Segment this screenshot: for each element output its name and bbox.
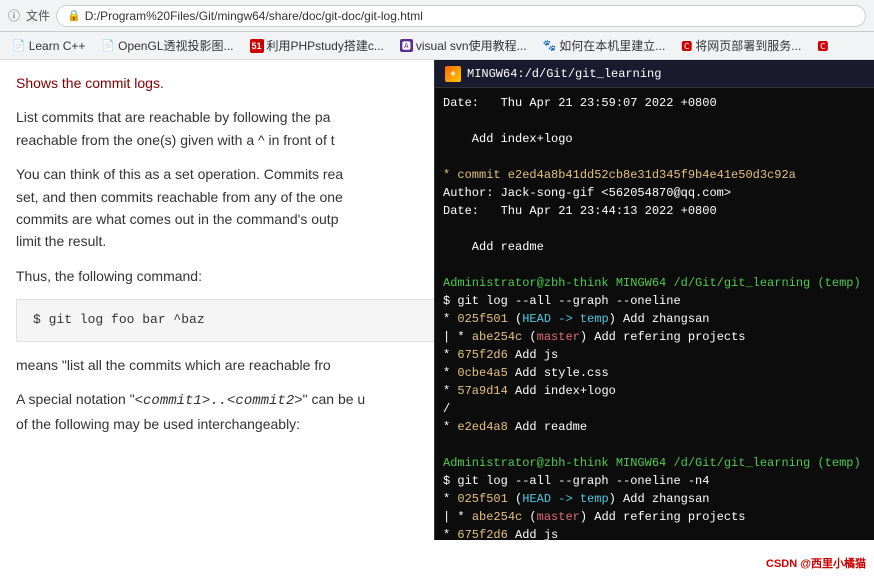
bookmarks-bar: 📄 Learn C++ 📄 OpenGL透视投影图... 51 利用PHPstu… [0,32,874,60]
para-set-op-2: set, and then commits reachable from any… [16,189,343,205]
bookmark-php[interactable]: 51 利用PHPstudy搭建c... [244,35,390,56]
browser-bar: ⓘ 文件 🔒 D:/Program%20Files/Git/mingw64/sh… [0,0,874,32]
terminal-title: MINGW64:/d/Git/git_learning [467,67,661,81]
para-set-op-3: commits are what comes out in the comman… [16,211,338,227]
t-line-date2: Date: Thu Apr 21 23:44:13 2022 +0800 [443,202,866,220]
t-line-date: Date: Thu Apr 21 23:59:07 2022 +0800 [443,94,866,112]
bookmark-extra[interactable]: 🅲 [811,36,834,56]
terminal-body: Date: Thu Apr 21 23:59:07 2022 +0800 Add… [435,88,874,540]
bookmark-icon-extra: 🅲 [817,38,828,54]
t-line-commit: * commit e2ed4a8b41dd52cb8e31d345f9b4e41… [443,166,866,184]
bookmark-icon-opengl: 📄 [101,39,115,52]
para-means-text: means "list all the commits which are re… [16,357,331,373]
t-line-blank3 [443,220,866,238]
t-line-g6: / [443,400,866,418]
bookmark-icon-deploy: 🅲 [681,38,692,54]
t-line-addreadme: Add readme [443,238,866,256]
t-line-blank2 [443,148,866,166]
t-line-g9: | * abe254c (master) Add refering projec… [443,508,866,526]
bookmark-opengl[interactable]: 📄 OpenGL透视投影图... [95,35,239,56]
t-line-g2: | * abe254c (master) Add refering projec… [443,328,866,346]
bookmark-icon-vs: 🅰 [400,39,413,52]
t-line-blank4 [443,256,866,274]
file-label: 文件 [26,7,50,24]
t-line-g10: * 675f2d6 Add js [443,526,866,540]
address-bar[interactable]: 🔒 D:/Program%20Files/Git/mingw64/share/d… [56,5,866,27]
bookmark-vs[interactable]: 🅰 visual svn使用教程... [394,35,533,56]
main-area: Shows the commit logs. List commits that… [0,60,874,577]
para-special-text2: " can be u [303,391,366,407]
para-set-op-4: limit the result. [16,233,106,249]
lock-icon: 🔒 [67,9,81,22]
watermark: CSDN @西里小橘猫 [766,555,866,571]
info-icon: ⓘ [8,7,20,24]
terminal-window[interactable]: ❖ MINGW64:/d/Git/git_learning Date: Thu … [434,60,874,540]
watermark-text: @西里小橘猫 [800,558,866,570]
para-set-op-1: You can think of this as a set operation… [16,166,343,182]
para-list-commits-text2: reachable from the one(s) given with a ^… [16,132,335,148]
bookmark-deploy[interactable]: 🅲 将网页部署到服务... [675,35,807,56]
t-line-g8: * 025f501 (HEAD -> temp) Add zhangsan [443,490,866,508]
para-special-text3: of the following may be used interchange… [16,416,300,432]
t-line-g5: * 57a9d14 Add index+logo [443,382,866,400]
para-special-italic: <commit1>..<commit2> [135,393,303,409]
t-line-author: Author: Jack-song-gif <562054870@qq.com> [443,184,866,202]
t-line-blank1 [443,112,866,130]
para-following-command-text: Thus, the following command: [16,268,202,284]
terminal-titlebar: ❖ MINGW64:/d/Git/git_learning [435,60,874,88]
bookmark-label-php: 利用PHPstudy搭建c... [267,37,384,54]
bookmark-learn-cpp[interactable]: 📄 Learn C++ [6,37,91,55]
bookmark-label-vs: visual svn使用教程... [416,37,527,54]
t-line-addidx: Add index+logo [443,130,866,148]
terminal-icon: ❖ [445,66,461,82]
t-line-blank5 [443,436,866,454]
watermark-brand: CSDN [766,558,797,570]
bookmark-howto[interactable]: 🐾 如何在本机里建立... [537,35,672,56]
first-paragraph-text: Shows the commit logs. [16,75,164,91]
t-line-g1: * 025f501 (HEAD -> temp) Add zhangsan [443,310,866,328]
bookmark-icon-cpp: 📄 [12,39,26,52]
t-line-g7: * e2ed4a8 Add readme [443,418,866,436]
code-text: $ git log foo bar ^baz [33,312,205,327]
t-line-cmd2: $ git log --all --graph --oneline -n4 [443,472,866,490]
para-list-commits-text1: List commits that are reachable by follo… [16,109,330,125]
bookmark-label-deploy: 将网页部署到服务... [695,37,801,54]
t-line-g4: * 0cbe4a5 Add style.css [443,364,866,382]
t-line-g3: * 675f2d6 Add js [443,346,866,364]
para-special-text1: A special notation " [16,391,135,407]
t-line-prompt2: Administrator@zbh-think MINGW64 /d/Git/g… [443,454,866,472]
bookmark-icon-howto: 🐾 [543,39,557,52]
bookmark-label-opengl: OpenGL透视投影图... [118,37,233,54]
t-line-cmd1: $ git log --all --graph --oneline [443,292,866,310]
bookmark-icon-php: 51 [250,39,264,53]
url-text: D:/Program%20Files/Git/mingw64/share/doc… [85,9,423,23]
bookmark-label-learn-cpp: Learn C++ [29,39,86,53]
t-line-prompt1: Administrator@zbh-think MINGW64 /d/Git/g… [443,274,866,292]
bookmark-label-howto: 如何在本机里建立... [559,37,665,54]
